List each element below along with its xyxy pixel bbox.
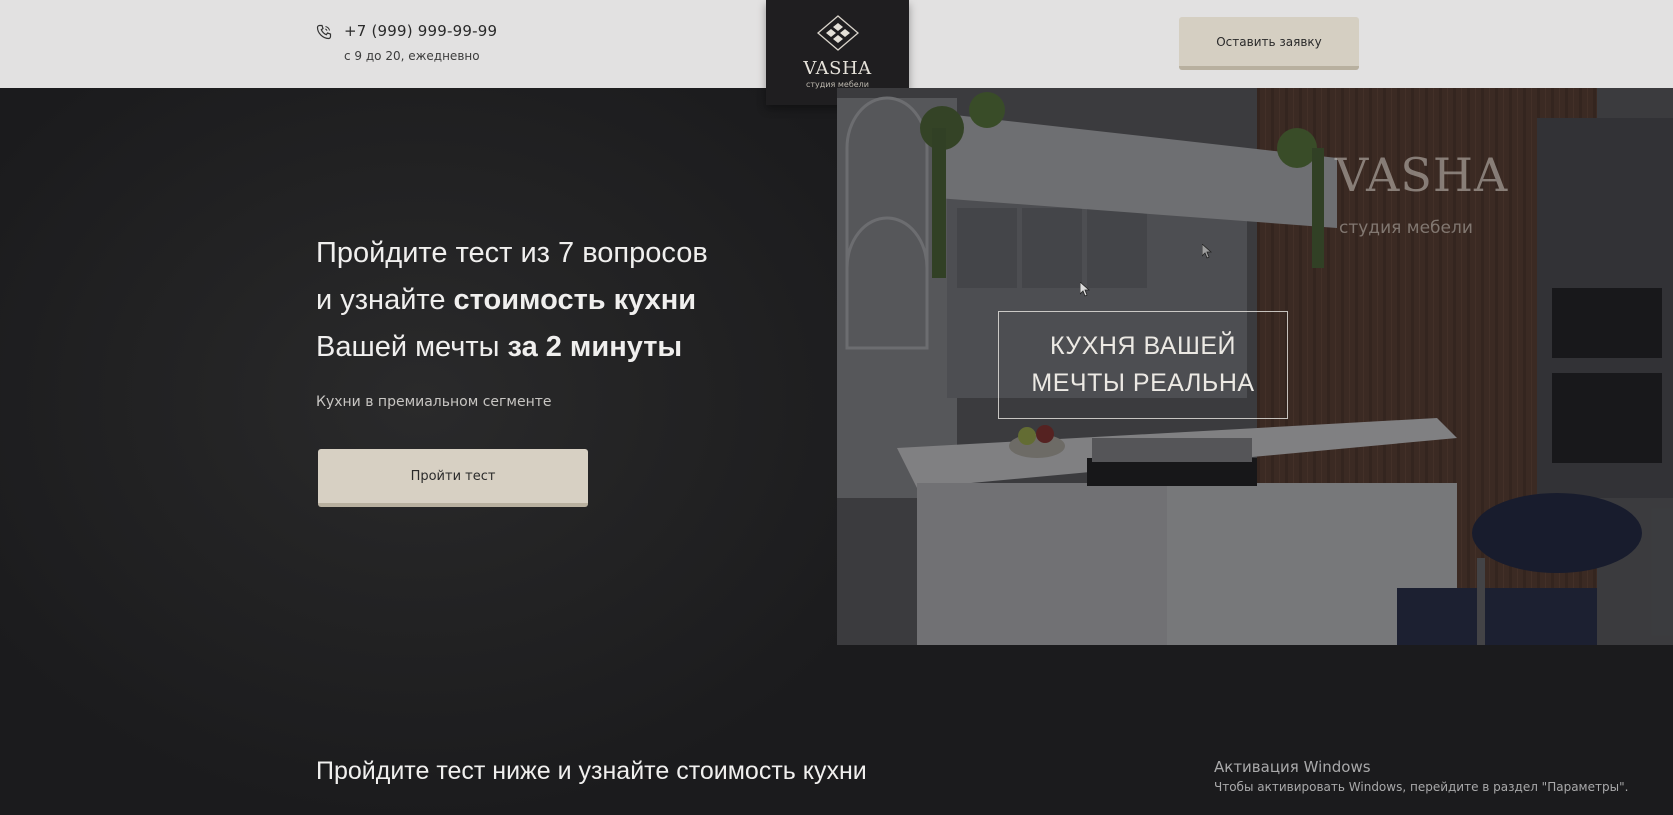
phone-number[interactable]: +7 (999) 999-99-99 bbox=[344, 22, 497, 40]
frame-line-2: МЕЧТЫ РЕАЛЬНА bbox=[1031, 369, 1255, 397]
request-button[interactable]: Оставить заявку bbox=[1179, 17, 1359, 70]
wall-brand-tagline: студия мебели bbox=[1339, 218, 1473, 238]
quiz-section-title: Пройдите тест ниже и узнайте стоимость к… bbox=[316, 757, 867, 785]
start-test-button[interactable]: Пройти тест bbox=[318, 449, 588, 507]
working-hours: с 9 до 20, ежедневно bbox=[344, 49, 480, 63]
wall-brand-sign: VASHA bbox=[1335, 148, 1509, 202]
hero-subtitle: Кухни в премиальном сегменте bbox=[316, 394, 552, 410]
logo-name: VASHA bbox=[803, 58, 872, 79]
windows-activation-text: Чтобы активировать Windows, перейдите в … bbox=[1214, 780, 1629, 794]
logo-emblem-icon bbox=[816, 15, 860, 51]
windows-activation-title: Активация Windows bbox=[1214, 758, 1371, 776]
hero-title: Пройдите тест из 7 вопросов и узнайте ст… bbox=[316, 230, 796, 371]
phone-icon bbox=[316, 24, 332, 40]
dream-kitchen-frame: КУХНЯ ВАШЕЙ МЕЧТЫ РЕАЛЬНА bbox=[998, 311, 1288, 419]
hero-title-line-2: и узнайте стоимость кухни bbox=[316, 284, 697, 316]
frame-line-1: КУХНЯ ВАШЕЙ bbox=[1049, 332, 1237, 360]
mouse-cursor-icon bbox=[1202, 244, 1212, 259]
kitchen-photo: VASHA студия мебели КУХНЯ ВАШЕЙ МЕЧТЫ РЕ… bbox=[837, 88, 1673, 645]
mouse-cursor-icon bbox=[1080, 282, 1090, 297]
hero-title-line-1: Пройдите тест из 7 вопросов bbox=[316, 237, 708, 269]
hero-title-line-3: Вашей мечты за 2 минуты bbox=[316, 331, 683, 363]
